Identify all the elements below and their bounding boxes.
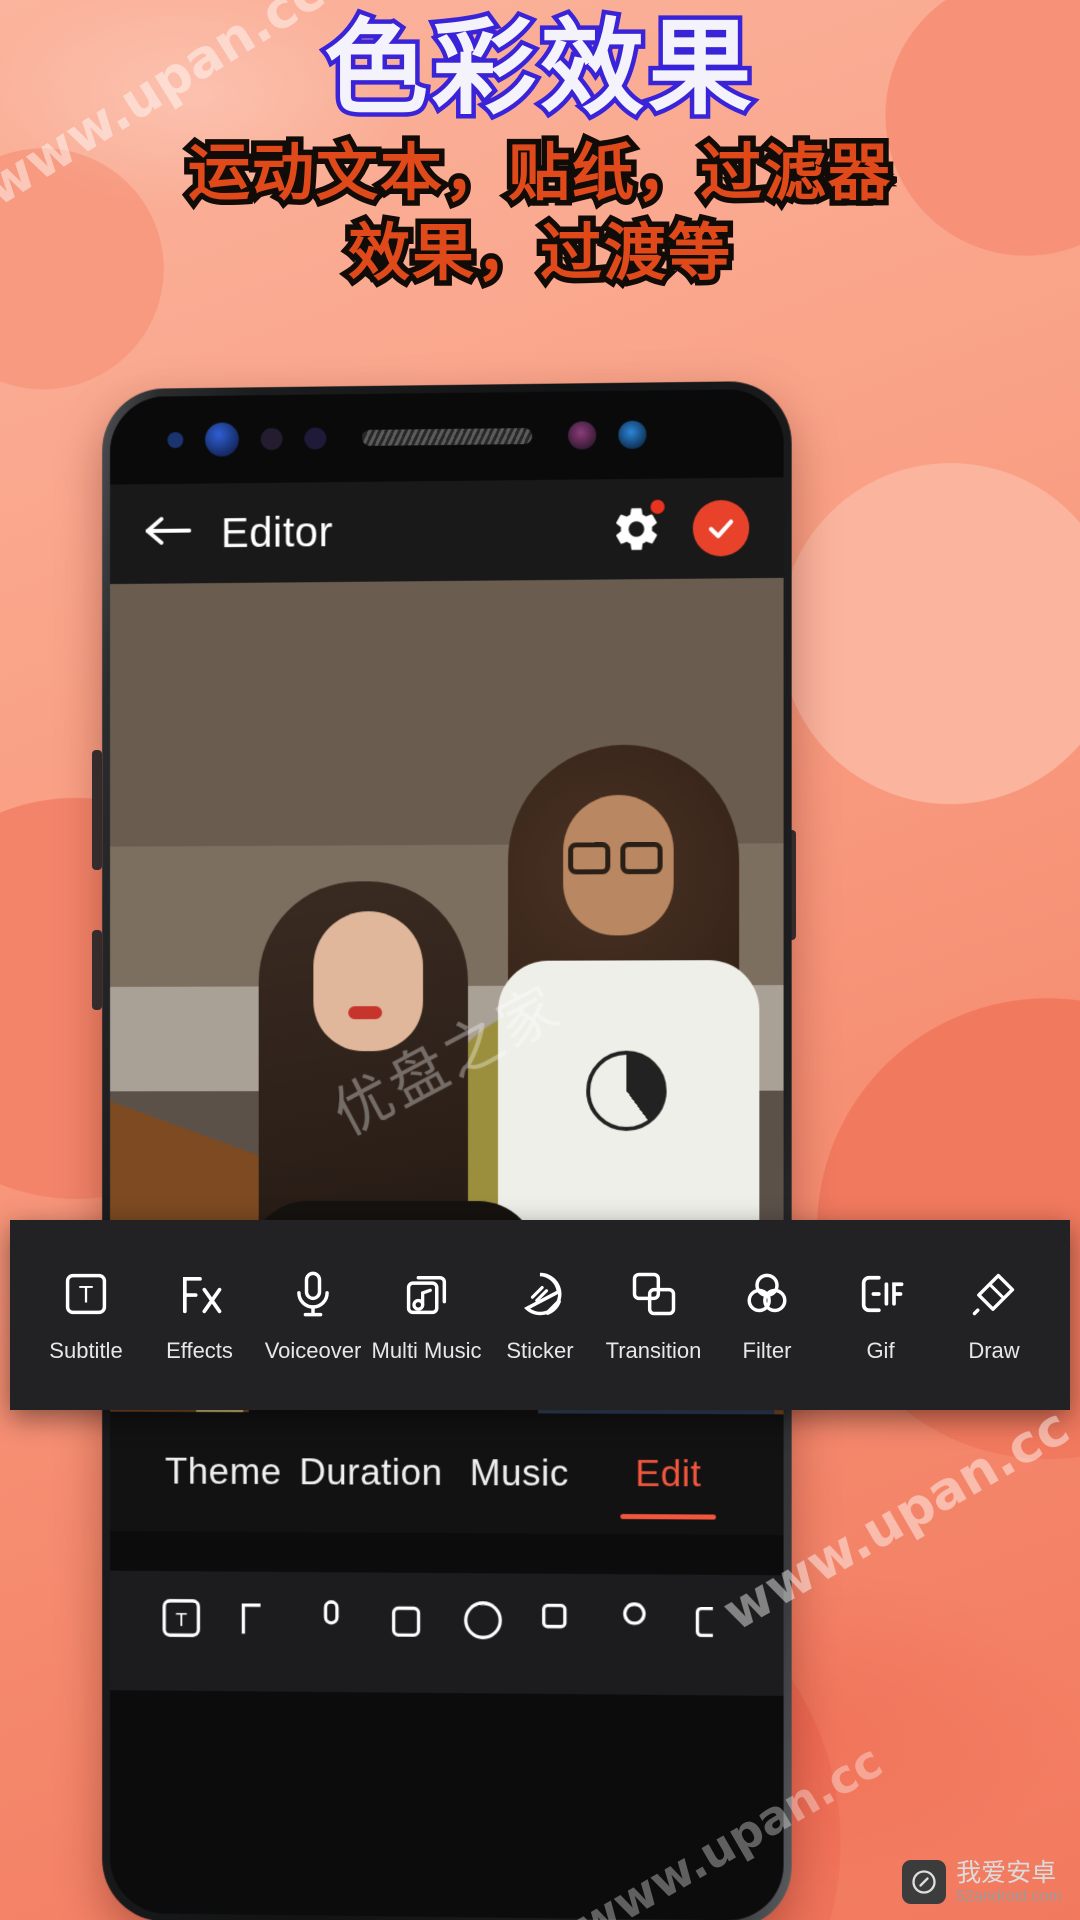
tool-subtitle-label: Subtitle — [49, 1338, 123, 1363]
tool-subtitle[interactable]: T Subtitle — [32, 1266, 140, 1364]
tool2-gif[interactable] — [673, 1599, 749, 1646]
tool-voiceover-label: Voiceover — [264, 1338, 362, 1363]
svg-text:T: T — [175, 1610, 187, 1631]
tool-filter-label: Filter — [742, 1338, 792, 1363]
tool-draw-label: Draw — [968, 1338, 1020, 1363]
tool2-voiceover[interactable] — [294, 1596, 369, 1642]
editor-tool-strip: T Subtitle Effects Voiceover Multi Music… — [10, 1220, 1070, 1410]
figure-left-lips — [348, 1006, 383, 1020]
iris-scanner-icon — [568, 421, 597, 450]
tool-gif[interactable]: Gif — [827, 1266, 935, 1364]
filter-icon — [741, 1266, 793, 1322]
editor-tab-bar: Theme Duration Music Edit — [110, 1411, 784, 1536]
sensor-dot-3 — [304, 427, 327, 450]
tab-edit-label: Edit — [635, 1452, 702, 1495]
tab-edit[interactable]: Edit — [594, 1452, 743, 1520]
tool-multi-music[interactable]: Multi Music — [371, 1266, 482, 1364]
front-camera-icon — [205, 422, 239, 457]
figure-right-glasses-right — [620, 841, 663, 875]
tool-effects-label: Effects — [166, 1338, 233, 1363]
app-bar-actions — [610, 499, 750, 558]
sensor-dot-2 — [260, 427, 283, 451]
multi-music-icon — [401, 1266, 453, 1322]
tool-voiceover[interactable]: Voiceover — [259, 1266, 367, 1364]
brand-url: 52android.com — [956, 1887, 1062, 1905]
gear-notification-badge — [650, 499, 665, 514]
editor-app-bar: Editor — [110, 477, 784, 585]
microphone-icon — [287, 1266, 339, 1322]
tool-gif-label: Gif — [866, 1338, 895, 1363]
tool2-multi-music[interactable] — [369, 1596, 445, 1643]
tool2-subtitle[interactable]: T — [144, 1595, 219, 1641]
tool2-filter[interactable] — [597, 1598, 673, 1645]
svg-text:T: T — [79, 1282, 94, 1309]
tool-draw[interactable]: Draw — [940, 1266, 1048, 1364]
done-check-button[interactable] — [692, 499, 750, 557]
brand-text: 我爱安卓 52android.com — [956, 1859, 1062, 1906]
sticker-icon — [514, 1266, 566, 1322]
gif-icon — [855, 1266, 907, 1322]
promo-subtitle-line-2: 效果，过渡等 — [342, 210, 735, 294]
tab-theme[interactable]: Theme — [150, 1451, 297, 1494]
tab-music[interactable]: Music — [445, 1452, 594, 1495]
promo-subtitle: 运动文本，贴纸，过滤器 效果，过渡等 — [0, 131, 1080, 294]
transition-icon — [628, 1266, 680, 1322]
tool-sticker-label: Sticker — [506, 1338, 574, 1363]
tool-transition[interactable]: Transition — [600, 1266, 708, 1364]
promo-headline: 色彩效果 运动文本，贴纸，过滤器 效果，过渡等 — [0, 0, 1080, 390]
figure-right-glasses-left — [568, 842, 611, 875]
tab-active-indicator — [620, 1514, 717, 1520]
tool2-sticker[interactable] — [445, 1597, 521, 1644]
tool-transition-label: Transition — [605, 1338, 702, 1363]
gear-icon[interactable] — [610, 499, 665, 556]
brand-name: 我爱安卓 — [956, 1858, 1057, 1887]
draw-icon — [968, 1266, 1020, 1322]
brand-badge: 我爱安卓 52android.com — [902, 1859, 1062, 1906]
page-title: Editor — [220, 508, 334, 557]
phone-volume-button[interactable] — [92, 750, 102, 870]
back-arrow-icon[interactable] — [144, 510, 205, 557]
tool-sticker[interactable]: Sticker — [486, 1266, 594, 1364]
phone-screen: Editor 优盘之家 Theme Duration Music Edit T — [110, 388, 784, 1920]
tool2-effects[interactable] — [219, 1595, 294, 1641]
tool2-transition[interactable] — [521, 1598, 597, 1645]
earpiece-speaker — [362, 427, 533, 446]
phone-sensor-strip — [110, 388, 784, 485]
promo-subtitle-line-1: 运动文本，贴纸，过滤器 — [182, 131, 895, 215]
secondary-tool-row: T — [110, 1570, 784, 1696]
promo-title: 色彩效果 — [319, 7, 756, 129]
subtitle-icon: T — [60, 1266, 112, 1322]
tab-duration[interactable]: Duration — [297, 1451, 445, 1494]
brand-logo-icon — [902, 1860, 947, 1905]
fx-icon — [174, 1266, 226, 1322]
phone-mockup: Editor 优盘之家 Theme Duration Music Edit T — [102, 380, 792, 1920]
tool-filter[interactable]: Filter — [713, 1266, 821, 1364]
tool-effects[interactable]: Effects — [146, 1266, 254, 1364]
sensor-dot-4 — [618, 420, 647, 450]
figure-right-shirt-logo — [586, 1050, 667, 1131]
phone-bixby-button[interactable] — [92, 930, 102, 1010]
tool-multi-music-label: Multi Music — [371, 1338, 482, 1363]
sensor-dot-1 — [167, 432, 184, 449]
